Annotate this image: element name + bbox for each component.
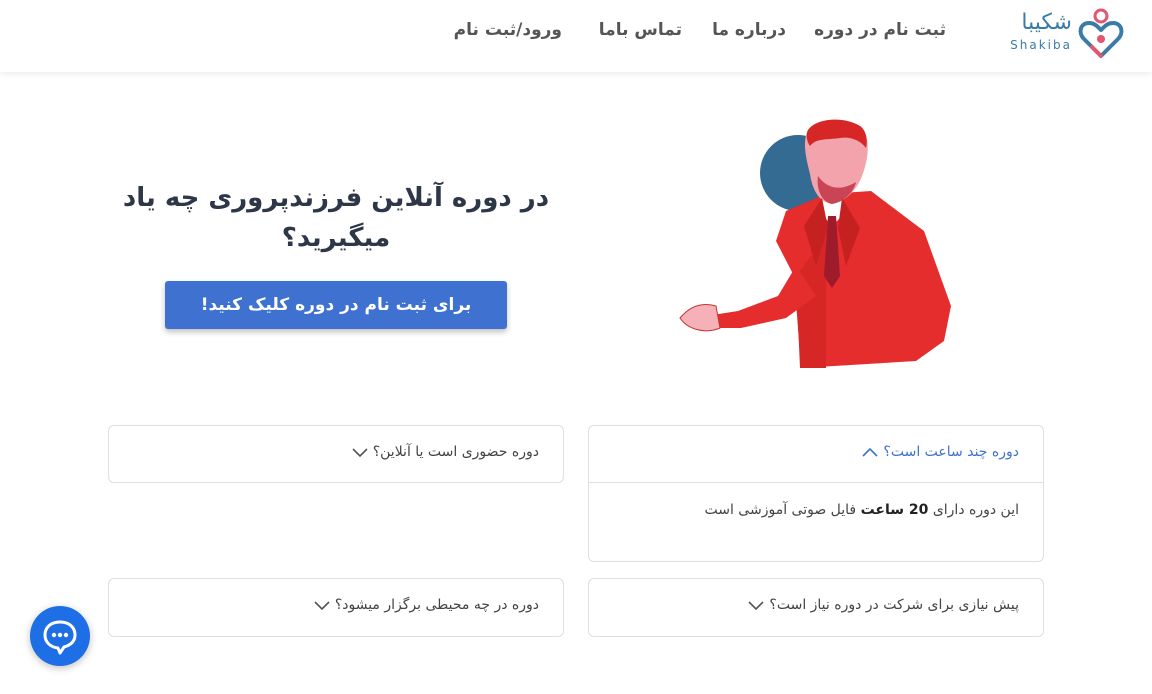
faq-question[interactable]: دوره چند ساعت است؟	[861, 444, 1019, 460]
answer-hours: 20 ساعت	[860, 502, 929, 518]
nav-register[interactable]: ثبت نام در دوره	[814, 20, 946, 40]
chevron-down-icon	[748, 601, 764, 611]
faq-divider	[589, 482, 1043, 483]
register-cta-button[interactable]: برای ثبت نام در دوره کلیک کنید!	[165, 281, 507, 329]
nav-about[interactable]: درباره ما	[712, 20, 786, 40]
chat-bubble-icon	[43, 620, 77, 655]
hero-title: در دوره آنلاین فرزندپروری چه یاد میگیرید…	[122, 183, 550, 253]
chat-button[interactable]	[30, 606, 90, 666]
answer-suffix: فایل صوتی آموزشی است	[704, 502, 857, 518]
presenter-illustration	[679, 119, 951, 368]
faq-question[interactable]: پیش نیازی برای شرکت در دوره نیاز است؟	[747, 597, 1019, 613]
logo[interactable]: شکیبا Shakiba	[994, 6, 1124, 62]
faq-question-text: دوره حضوری است یا آنلاین؟	[372, 444, 539, 460]
faq-question[interactable]: دوره حضوری است یا آنلاین؟	[351, 444, 539, 460]
faq-answer: این دوره دارای 20 ساعت فایل صوتی آموزشی …	[704, 502, 1019, 518]
faq-question[interactable]: دوره در چه محیطی برگزار میشود؟	[313, 597, 539, 613]
site-header: شکیبا Shakiba ثبت نام در دوره درباره ما …	[0, 0, 1152, 72]
answer-prefix: این دوره دارای	[932, 502, 1019, 518]
nav-contact[interactable]: تماس باما	[599, 20, 682, 40]
logo-text-fa: شکیبا	[1021, 10, 1072, 35]
faq-question-text: دوره چند ساعت است؟	[883, 444, 1019, 460]
faq-question-text: دوره در چه محیطی برگزار میشود؟	[334, 597, 539, 613]
heart-person-icon	[1078, 8, 1124, 58]
faq-question-text: پیش نیازی برای شرکت در دوره نیاز است؟	[769, 597, 1019, 613]
chevron-up-icon	[862, 447, 878, 457]
faq-item-prerequisite[interactable]: پیش نیازی برای شرکت در دوره نیاز است؟	[588, 578, 1044, 637]
logo-text-en: Shakiba	[1010, 38, 1072, 52]
faq-item-duration[interactable]: دوره چند ساعت است؟ این دوره دارای 20 ساع…	[588, 425, 1044, 562]
faq-item-platform[interactable]: دوره در چه محیطی برگزار میشود؟	[108, 578, 564, 637]
nav-login[interactable]: ورود/ثبت نام	[454, 20, 562, 40]
chevron-down-icon	[352, 448, 368, 458]
faq-item-format[interactable]: دوره حضوری است یا آنلاین؟	[108, 425, 564, 483]
chevron-down-icon	[314, 601, 330, 611]
